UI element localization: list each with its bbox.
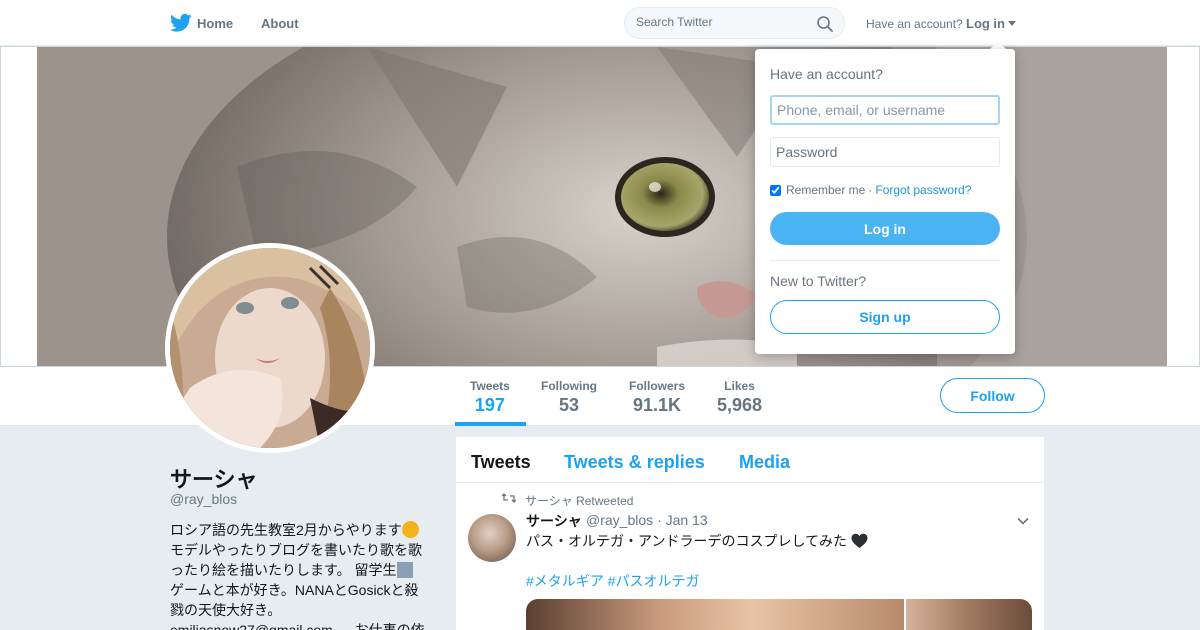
timeline-tabs: Tweets Tweets & replies Media [456, 437, 1044, 483]
profile-handle[interactable]: @ray_blos [170, 491, 237, 507]
tweet-text: パス・オルテガ・アンドラーデのコスプレしてみた [526, 531, 868, 551]
tweet-hashtags[interactable]: #メタルギア #パスオルテガ [526, 571, 699, 591]
stat-value: 197 [474, 395, 505, 415]
bio-line: ロシア語の先生教室2月からやります [170, 520, 425, 540]
stat-value: 91.1K [632, 395, 682, 415]
bio-line: ゲームと本が好き。NANAとGosickと殺 [170, 582, 419, 598]
login-dropdown: Have an account? Remember me · Forgot pa… [755, 49, 1015, 354]
remember-me: Remember me · Forgot password? [770, 183, 971, 197]
retweet-context[interactable]: サーシャ Retweeted [525, 492, 633, 509]
have-account-text: Have an account? [866, 17, 963, 31]
stat-value: 53 [558, 395, 580, 415]
profile-bio: ロシア語の先生教室2月からやります モデルやったりブログを書いたり歌を歌 ったり… [170, 520, 425, 630]
stat-following[interactable]: Following 53 [541, 379, 597, 416]
search-box[interactable] [624, 7, 845, 39]
stat-label: Tweets [470, 379, 510, 393]
caret-down-icon[interactable] [1008, 21, 1016, 26]
stat-followers[interactable]: Followers 91.1K [629, 379, 685, 416]
tab-tweets[interactable]: Tweets [471, 452, 531, 473]
follow-button[interactable]: Follow [940, 378, 1045, 413]
tweet-author-name[interactable]: サーシャ [526, 511, 582, 531]
tweet-media-image[interactable] [906, 599, 1032, 630]
active-stat-underline [455, 422, 526, 426]
timeline: Tweets Tweets & replies Media サーシャ Retwe… [456, 437, 1044, 630]
remember-me-checkbox[interactable] [770, 184, 781, 196]
nav-home-link[interactable]: Home [197, 16, 233, 31]
tab-media[interactable]: Media [739, 452, 790, 473]
top-navigation-bar: Home About Have an account? Log in [0, 0, 1200, 46]
tab-tweets-replies[interactable]: Tweets & replies [564, 452, 705, 473]
bio-line[interactable]: emiliasnow27@gmail.com → お仕事の依 [170, 620, 425, 630]
search-icon[interactable] [816, 15, 834, 33]
login-dropdown-toggle[interactable]: Log in [966, 16, 1005, 31]
stat-tweets[interactable]: Tweets 197 [470, 379, 510, 416]
bio-line: 戮の天使大好き。 [170, 602, 282, 618]
login-button[interactable]: Log in [770, 212, 1000, 245]
bio-line: ったり絵を描いたりします。 留学生 [170, 560, 425, 580]
search-input[interactable] [636, 15, 806, 29]
chevron-down-icon[interactable] [1017, 515, 1029, 527]
username-field[interactable] [770, 95, 1000, 125]
password-field[interactable] [770, 137, 1000, 167]
forgot-password-link[interactable]: Forgot password? [875, 183, 971, 197]
emoji-icon [396, 562, 413, 578]
stat-likes[interactable]: Likes 5,968 [717, 379, 762, 416]
bio-line: モデルやったりブログを書いたり歌を歌 [170, 542, 422, 558]
nav-about-link[interactable]: About [261, 16, 299, 31]
tweet-author-meta[interactable]: @ray_blos · Jan 13 [586, 512, 708, 528]
remember-me-label[interactable]: Remember me [786, 183, 865, 197]
tweet-media-image[interactable] [526, 599, 904, 630]
stat-label: Likes [724, 379, 755, 393]
stat-label: Followers [629, 379, 686, 393]
profile-name: サーシャ [170, 467, 258, 492]
retweet-icon [502, 493, 516, 503]
black-heart-icon [851, 533, 868, 548]
profile-avatar[interactable] [165, 243, 375, 453]
smile-emoji-icon [401, 521, 419, 538]
tweet-author-avatar[interactable] [468, 514, 516, 562]
stat-label: Following [541, 379, 597, 393]
divider [770, 260, 1000, 261]
new-to-twitter-text: New to Twitter? [770, 273, 867, 289]
dropdown-title: Have an account? [770, 66, 883, 82]
avatar-photo [170, 248, 370, 448]
signup-button[interactable]: Sign up [770, 300, 1000, 334]
stat-value: 5,968 [717, 395, 763, 415]
twitter-bird-icon[interactable] [170, 13, 192, 33]
separator: · [868, 183, 873, 197]
